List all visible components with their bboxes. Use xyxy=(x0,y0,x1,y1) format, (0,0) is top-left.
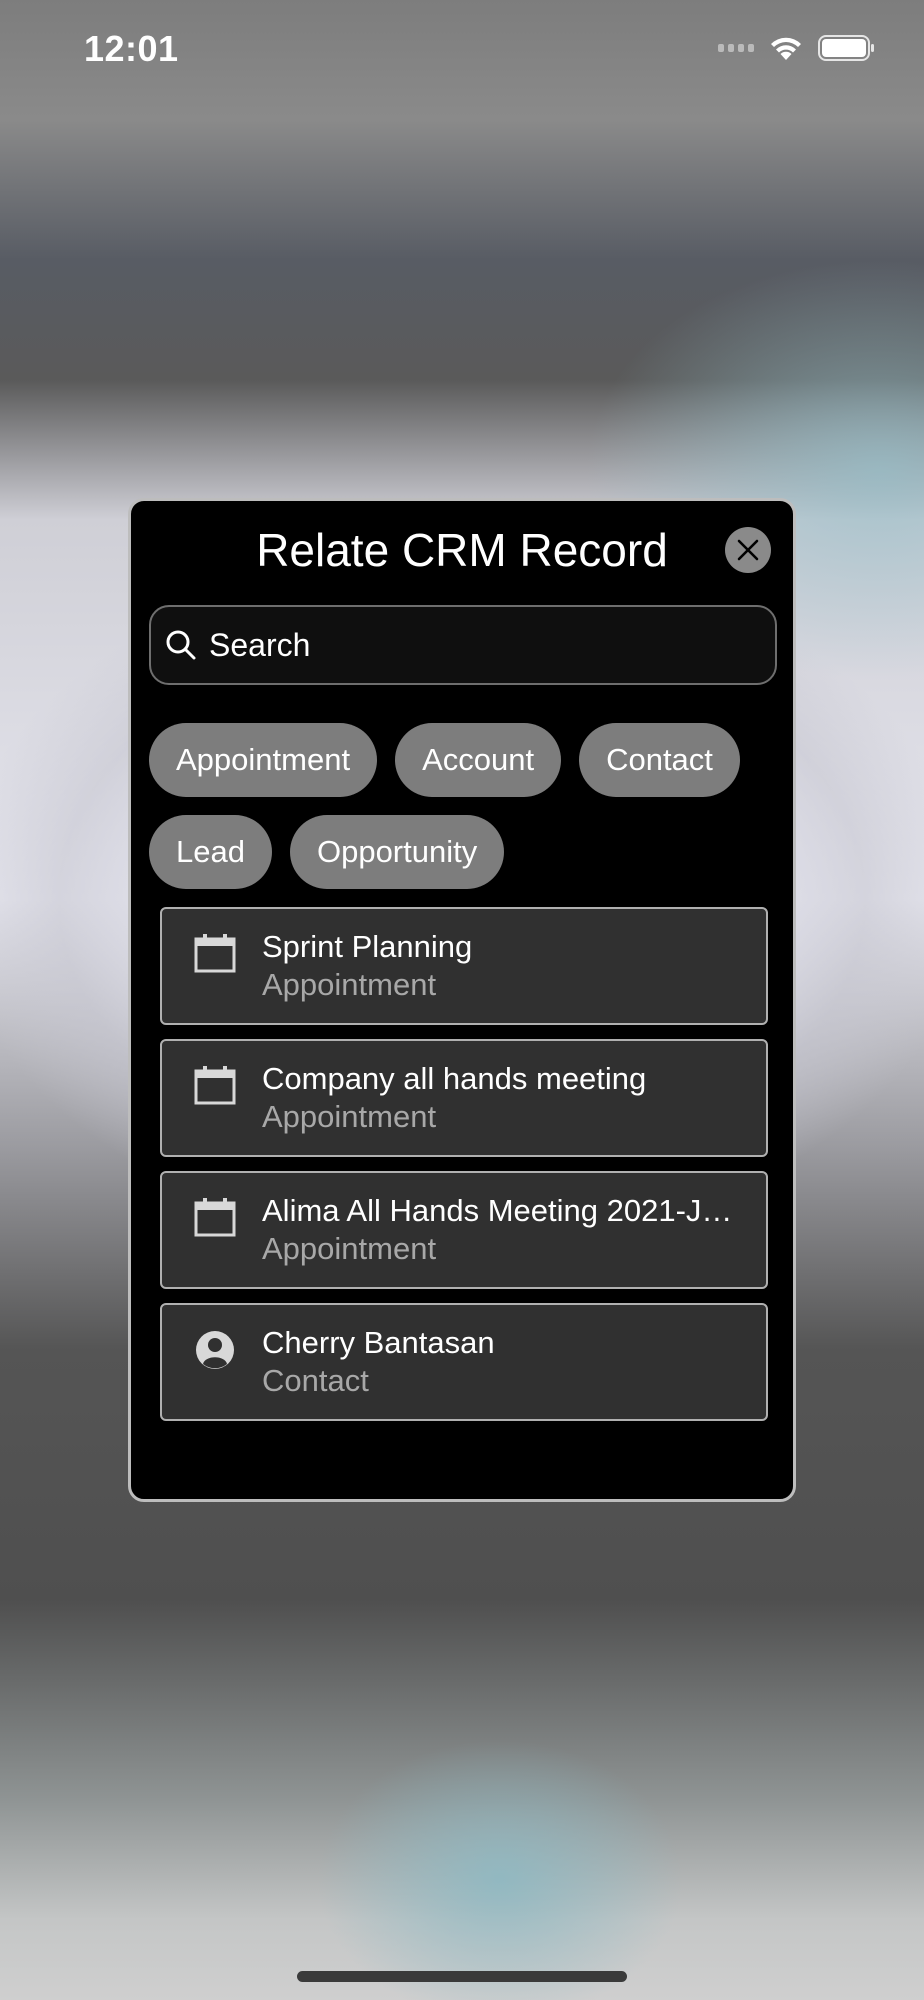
record-type: Appointment xyxy=(262,967,437,1002)
search-field[interactable] xyxy=(149,605,777,685)
calendar-icon xyxy=(194,934,236,973)
status-time: 12:01 xyxy=(84,28,179,69)
modal-title: Relate CRM Record xyxy=(256,524,668,576)
battery-icon xyxy=(818,35,874,61)
cellular-signal-icon xyxy=(718,44,754,52)
record-list: Sprint Planning Appointment Company all … xyxy=(160,907,768,1435)
list-item[interactable]: Cherry Bantasan Contact xyxy=(160,1303,768,1421)
status-icons xyxy=(718,34,876,62)
calendar-icon xyxy=(194,1066,236,1105)
search-input[interactable] xyxy=(209,626,749,664)
record-title: Alima All Hands Meeting 2021-J… xyxy=(262,1193,733,1228)
filter-chip-lead[interactable]: Lead xyxy=(149,815,272,889)
filter-chip-contact[interactable]: Contact xyxy=(579,723,740,797)
close-icon xyxy=(737,539,759,561)
filter-chip-account[interactable]: Account xyxy=(395,723,562,797)
list-item[interactable]: Alima All Hands Meeting 2021-J… Appointm… xyxy=(160,1171,768,1289)
filter-chip-appointment[interactable]: Appointment xyxy=(149,723,378,797)
close-button[interactable] xyxy=(725,527,771,573)
filter-row: Lead Opportunity xyxy=(149,815,789,889)
record-title: Cherry Bantasan xyxy=(262,1325,495,1360)
list-item[interactable]: Sprint Planning Appointment xyxy=(160,907,768,1025)
home-indicator xyxy=(297,1971,627,1982)
record-type: Appointment xyxy=(262,1231,437,1266)
record-title: Company all hands meeting xyxy=(262,1061,647,1096)
record-type-filters: Appointment Account Contact Lead Opportu… xyxy=(149,723,789,907)
calendar-icon xyxy=(194,1198,236,1237)
search-icon xyxy=(166,630,196,660)
person-icon xyxy=(196,1331,234,1369)
list-item[interactable]: Company all hands meeting Appointment xyxy=(160,1039,768,1157)
record-type: Contact xyxy=(262,1363,369,1398)
record-type: Appointment xyxy=(262,1099,437,1134)
wifi-icon xyxy=(771,37,801,60)
relate-crm-record-modal: Relate CRM Record Appointment Account Co… xyxy=(128,498,796,1502)
filter-row: Appointment Account Contact xyxy=(149,723,789,797)
record-title: Sprint Planning xyxy=(262,929,473,964)
filter-chip-opportunity[interactable]: Opportunity xyxy=(289,815,505,889)
